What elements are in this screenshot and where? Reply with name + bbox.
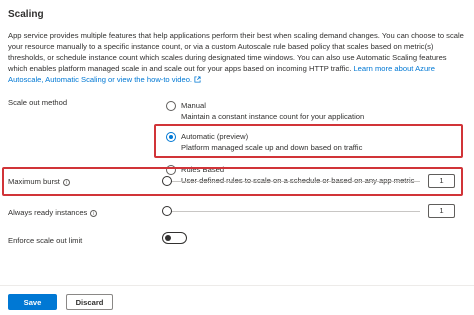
radio-button-manual[interactable] [166,101,176,111]
info-icon[interactable]: i [62,179,70,186]
enforce-limit-toggle[interactable] [162,232,187,244]
radio-option-manual[interactable]: Manual Maintain a constant instance coun… [166,100,364,122]
toggle-knob [165,235,171,241]
save-button[interactable]: Save [8,294,57,310]
section-description: App service provides multiple features t… [8,30,466,85]
always-ready-input[interactable]: 1 [428,204,455,218]
maximum-burst-label: Maximum burst i [8,177,70,186]
slider-thumb[interactable] [162,176,172,186]
radio-desc-manual: Maintain a constant instance count for y… [181,112,365,121]
radio-option-automatic[interactable]: Automatic (preview) Platform managed sca… [166,131,362,153]
enforce-limit-label: Enforce scale out limit [8,236,83,245]
always-ready-slider[interactable] [162,206,420,216]
radio-desc-automatic: Platform managed scale up and down based… [181,143,363,152]
maximum-burst-input[interactable]: 1 [428,174,455,188]
slider-thumb[interactable] [162,206,172,216]
external-link-icon [194,76,201,83]
always-ready-label: Always ready instances i [8,208,98,217]
footer-divider [0,285,474,286]
radio-title-manual: Manual [181,101,206,110]
section-title: Scaling [8,9,44,20]
slider-track [167,180,420,182]
scale-out-method-label: Scale out method [8,98,68,107]
info-icon[interactable]: i [90,210,98,217]
maximum-burst-slider[interactable] [162,176,420,186]
discard-button[interactable]: Discard [66,294,113,310]
slider-track [167,210,420,212]
radio-title-automatic: Automatic (preview) [181,132,249,141]
radio-button-automatic[interactable] [166,132,176,142]
